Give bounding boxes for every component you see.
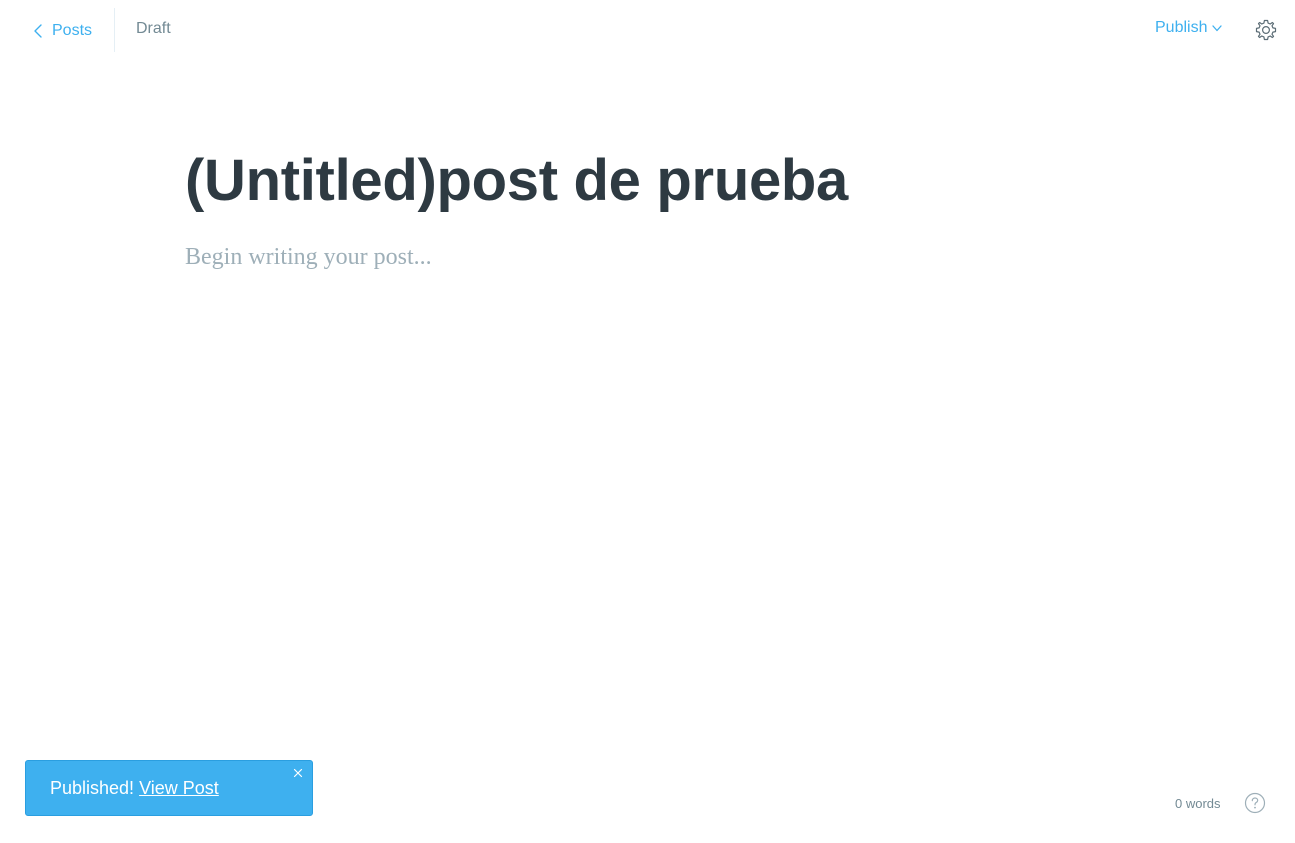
close-icon[interactable] (292, 767, 304, 779)
editor-page: Posts Draft Publish (Untitled)post de pr… (0, 0, 1295, 843)
post-status: Draft (136, 20, 171, 37)
post-body-editor[interactable]: Begin writing your post... (185, 240, 1085, 274)
word-count: 0 words (1175, 796, 1221, 811)
editor-header: Posts Draft Publish (0, 0, 1295, 60)
notification-text: Published! (50, 778, 135, 798)
chevron-down-icon (1212, 25, 1223, 32)
chevron-left-icon (34, 24, 42, 38)
back-to-posts-link[interactable]: Posts (30, 18, 92, 44)
notification-message: Published! View Post (50, 778, 219, 799)
publish-menu-button[interactable]: Publish (1155, 19, 1223, 37)
gear-icon[interactable] (1254, 18, 1278, 42)
view-post-link[interactable]: View Post (139, 778, 219, 798)
published-notification: Published! View Post (25, 760, 313, 816)
back-link-label: Posts (52, 22, 93, 39)
post-title[interactable]: (Untitled)post de prueba (185, 145, 848, 217)
publish-label: Publish (1155, 19, 1208, 36)
question-circle-icon[interactable] (1244, 792, 1266, 814)
header-divider (114, 8, 115, 52)
